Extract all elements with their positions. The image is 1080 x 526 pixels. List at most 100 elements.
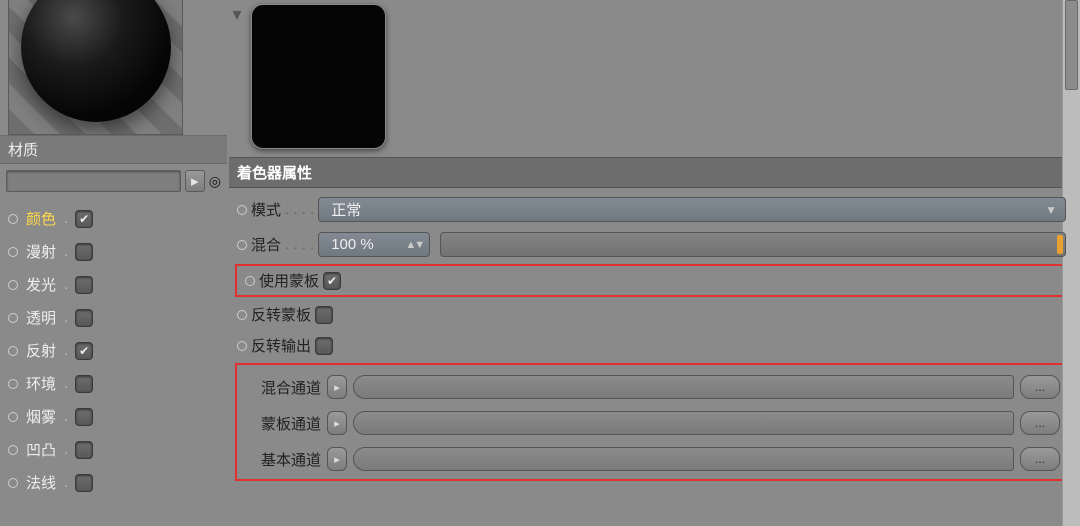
mode-row: 模式 . . . . 正常 ▼: [229, 192, 1074, 227]
chevron-right-icon: ▸: [191, 172, 199, 190]
mix-channel-field[interactable]: [353, 375, 1014, 399]
channel-checkbox[interactable]: [75, 441, 93, 459]
channel-label: 颜色: [26, 208, 56, 229]
channel-checkbox[interactable]: [75, 408, 93, 426]
mode-dropdown[interactable]: 正常 ▼: [318, 197, 1066, 222]
invert-output-label: 反转输出: [251, 335, 311, 356]
highlight-box-channels: 混合通道 ▸ ... 蒙板通道 ▸ ... 基本通道 ▸ ...: [235, 363, 1068, 481]
base-channel-expand-button[interactable]: ▸: [327, 447, 347, 471]
highlight-box-use-mask: 使用蒙板: [235, 264, 1068, 297]
mode-value: 正常: [331, 199, 361, 220]
dots: .: [64, 309, 67, 326]
mix-slider[interactable]: [440, 232, 1066, 257]
mask-channel-browse-button[interactable]: ...: [1020, 411, 1060, 435]
material-preview-sphere: [21, 0, 171, 122]
mix-channel-row: 混合通道 ▸ ...: [241, 369, 1062, 405]
invert-output-checkbox[interactable]: [315, 337, 333, 355]
channel-checkbox[interactable]: [75, 309, 93, 327]
slider-handle[interactable]: [1057, 235, 1063, 254]
bullet-icon: [237, 310, 247, 320]
color-picker-icon[interactable]: ◎: [209, 173, 221, 190]
mix-channel-expand-button[interactable]: ▸: [327, 375, 347, 399]
shader-properties: 模式 . . . . 正常 ▼ 混合 . . . . 100 % ▲▼: [229, 188, 1074, 483]
app-root: 材质 ▸ ◎ 颜色.漫射.发光.透明.反射.环境.烟雾.凹凸.法线. ▾ 着色器…: [0, 0, 1080, 526]
right-panel: ▾ 着色器属性 模式 . . . . 正常 ▼ 混合 . . . . 100 %: [227, 0, 1080, 526]
scrollbar-thumb[interactable]: [1065, 0, 1078, 90]
material-name-input[interactable]: [6, 170, 181, 192]
collapse-arrow-icon[interactable]: ▾: [229, 0, 245, 25]
vertical-scrollbar[interactable]: [1062, 0, 1080, 526]
channel-checkbox[interactable]: [75, 210, 93, 228]
texture-preview-area: ▾: [229, 0, 1074, 157]
invert-mask-row: 反转蒙板: [229, 299, 1074, 330]
mode-label: 模式: [251, 199, 281, 220]
channel-checkbox[interactable]: [75, 474, 93, 492]
channel-checkbox[interactable]: [75, 342, 93, 360]
bullet-icon: [8, 478, 18, 488]
shader-properties-title: 着色器属性: [229, 157, 1074, 188]
channel-label: 漫射: [26, 241, 56, 262]
dots: .: [64, 408, 67, 425]
left-panel: 材质 ▸ ◎ 颜色.漫射.发光.透明.反射.环境.烟雾.凹凸.法线.: [0, 0, 227, 526]
bullet-icon: [8, 346, 18, 356]
dots: .: [64, 342, 67, 359]
spinner-icon[interactable]: ▲▼: [405, 239, 423, 251]
channel-row[interactable]: 漫射.: [8, 235, 219, 268]
invert-mask-label: 反转蒙板: [251, 304, 311, 325]
bullet-icon: [245, 276, 255, 286]
dropdown-arrow-button[interactable]: ▸: [185, 170, 205, 192]
channel-label: 发光: [26, 274, 56, 295]
channel-checkbox[interactable]: [75, 375, 93, 393]
bullet-icon: [8, 280, 18, 290]
invert-output-row: 反转输出: [229, 330, 1074, 361]
mix-channel-label: 混合通道: [261, 377, 321, 398]
dots: .: [64, 276, 67, 293]
channel-label: 反射: [26, 340, 56, 361]
dots: . . . .: [285, 201, 314, 218]
bullet-icon: [237, 240, 247, 250]
bullet-icon: [8, 379, 18, 389]
channel-row[interactable]: 透明.: [8, 301, 219, 334]
base-channel-browse-button[interactable]: ...: [1020, 447, 1060, 471]
channel-row[interactable]: 烟雾.: [8, 400, 219, 433]
mask-channel-label: 蒙板通道: [261, 413, 321, 434]
mask-channel-row: 蒙板通道 ▸ ...: [241, 405, 1062, 441]
material-preview[interactable]: [8, 0, 183, 135]
use-mask-checkbox[interactable]: [323, 272, 341, 290]
mix-label: 混合: [251, 234, 281, 255]
mix-channel-browse-button[interactable]: ...: [1020, 375, 1060, 399]
channel-row[interactable]: 法线.: [8, 466, 219, 499]
mask-channel-field[interactable]: [353, 411, 1014, 435]
channel-row[interactable]: 颜色.: [8, 202, 219, 235]
channel-row[interactable]: 反射.: [8, 334, 219, 367]
base-channel-label: 基本通道: [261, 449, 321, 470]
material-name-row: ▸ ◎: [0, 164, 227, 198]
mix-value-input[interactable]: 100 % ▲▼: [318, 232, 430, 257]
channel-row[interactable]: 凹凸.: [8, 433, 219, 466]
use-mask-row: 使用蒙板: [241, 268, 1062, 293]
channel-list: 颜色.漫射.发光.透明.反射.环境.烟雾.凹凸.法线.: [0, 198, 227, 499]
bullet-icon: [8, 445, 18, 455]
dots: .: [64, 474, 67, 491]
dots: .: [64, 441, 67, 458]
dots: .: [64, 243, 67, 260]
channel-label: 透明: [26, 307, 56, 328]
channel-row[interactable]: 环境.: [8, 367, 219, 400]
bullet-icon: [8, 313, 18, 323]
invert-mask-checkbox[interactable]: [315, 306, 333, 324]
bullet-icon: [237, 341, 247, 351]
channel-row[interactable]: 发光.: [8, 268, 219, 301]
base-channel-field[interactable]: [353, 447, 1014, 471]
channel-checkbox[interactable]: [75, 276, 93, 294]
chevron-down-icon: ▼: [1045, 203, 1057, 217]
bullet-icon: [8, 412, 18, 422]
channel-label: 环境: [26, 373, 56, 394]
texture-preview[interactable]: [251, 4, 386, 149]
bullet-icon: [8, 214, 18, 224]
bullet-icon: [237, 205, 247, 215]
use-mask-label: 使用蒙板: [259, 270, 319, 291]
channel-checkbox[interactable]: [75, 243, 93, 261]
channel-label: 法线: [26, 472, 56, 493]
mask-channel-expand-button[interactable]: ▸: [327, 411, 347, 435]
dots: .: [64, 210, 67, 227]
